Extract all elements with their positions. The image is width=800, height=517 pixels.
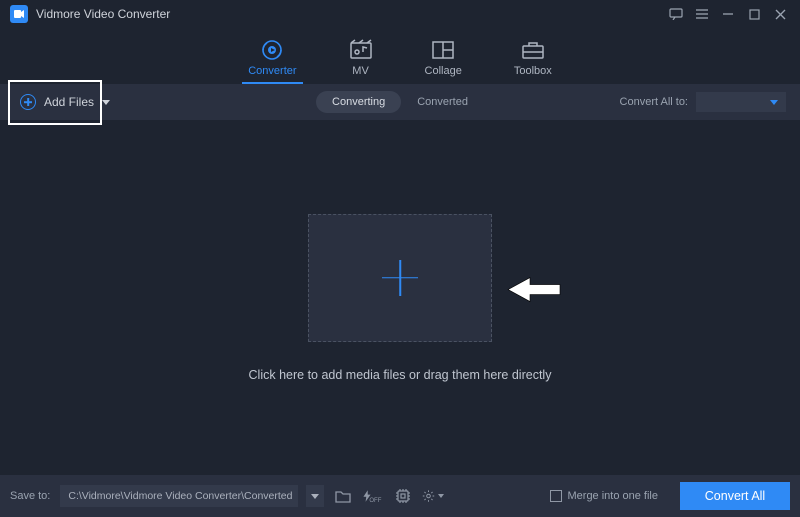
toolbox-icon bbox=[521, 39, 545, 61]
settings-dropdown[interactable] bbox=[422, 485, 444, 507]
plus-circle-icon bbox=[20, 94, 36, 110]
tab-label: Converter bbox=[248, 65, 296, 77]
add-files-label: Add Files bbox=[44, 95, 94, 109]
app-title: Vidmore Video Converter bbox=[36, 7, 170, 21]
close-button[interactable] bbox=[770, 4, 790, 24]
main-area: Click here to add media files or drag th… bbox=[0, 120, 800, 475]
subbar: Add Files Converting Converted Convert A… bbox=[0, 84, 800, 120]
app-logo bbox=[10, 5, 28, 23]
mv-icon bbox=[349, 39, 373, 61]
open-folder-button[interactable] bbox=[332, 485, 354, 507]
tab-label: Toolbox bbox=[514, 65, 552, 77]
plus-icon bbox=[382, 260, 418, 296]
subtab-converting[interactable]: Converting bbox=[316, 91, 401, 113]
tab-toolbox[interactable]: Toolbox bbox=[514, 39, 552, 83]
convert-all-label: Convert All to: bbox=[620, 96, 688, 108]
subtab-converted[interactable]: Converted bbox=[401, 91, 484, 113]
tab-mv[interactable]: MV bbox=[349, 39, 373, 83]
dropzone[interactable] bbox=[308, 214, 492, 342]
minimize-button[interactable] bbox=[718, 4, 738, 24]
chevron-down-icon bbox=[102, 100, 110, 105]
save-to-label: Save to: bbox=[10, 490, 50, 502]
checkbox-icon bbox=[550, 490, 562, 502]
drop-hint: Click here to add media files or drag th… bbox=[249, 368, 552, 382]
chevron-down-icon bbox=[311, 494, 319, 499]
feedback-icon[interactable] bbox=[666, 4, 686, 24]
annotation-arrow bbox=[506, 275, 562, 308]
convert-all-to: Convert All to: bbox=[620, 92, 786, 112]
high-speed-button[interactable]: OFF bbox=[362, 485, 384, 507]
gpu-accel-button[interactable] bbox=[392, 485, 414, 507]
collage-icon bbox=[431, 39, 455, 61]
tab-collage[interactable]: Collage bbox=[425, 39, 462, 83]
converter-icon bbox=[260, 39, 284, 61]
convert-all-button[interactable]: Convert All bbox=[680, 482, 790, 510]
output-format-select[interactable] bbox=[696, 92, 786, 112]
titlebar: Vidmore Video Converter bbox=[0, 0, 800, 28]
menu-icon[interactable] bbox=[692, 4, 712, 24]
maximize-button[interactable] bbox=[744, 4, 764, 24]
merge-checkbox[interactable]: Merge into one file bbox=[550, 490, 659, 502]
main-nav: Converter MV Collage Toolbox bbox=[0, 28, 800, 84]
chevron-down-icon bbox=[770, 100, 778, 105]
save-path-dropdown[interactable] bbox=[306, 485, 324, 507]
chevron-down-icon bbox=[438, 494, 444, 498]
subtabs: Converting Converted bbox=[316, 91, 484, 113]
bottombar: Save to: C:\Vidmore\Vidmore Video Conver… bbox=[0, 475, 800, 517]
merge-label: Merge into one file bbox=[568, 490, 659, 502]
tab-label: Collage bbox=[425, 65, 462, 77]
save-path-field[interactable]: C:\Vidmore\Vidmore Video Converter\Conve… bbox=[60, 485, 298, 507]
tab-label: MV bbox=[352, 65, 369, 77]
tab-converter[interactable]: Converter bbox=[248, 39, 296, 83]
add-files-button[interactable]: Add Files bbox=[14, 90, 116, 114]
